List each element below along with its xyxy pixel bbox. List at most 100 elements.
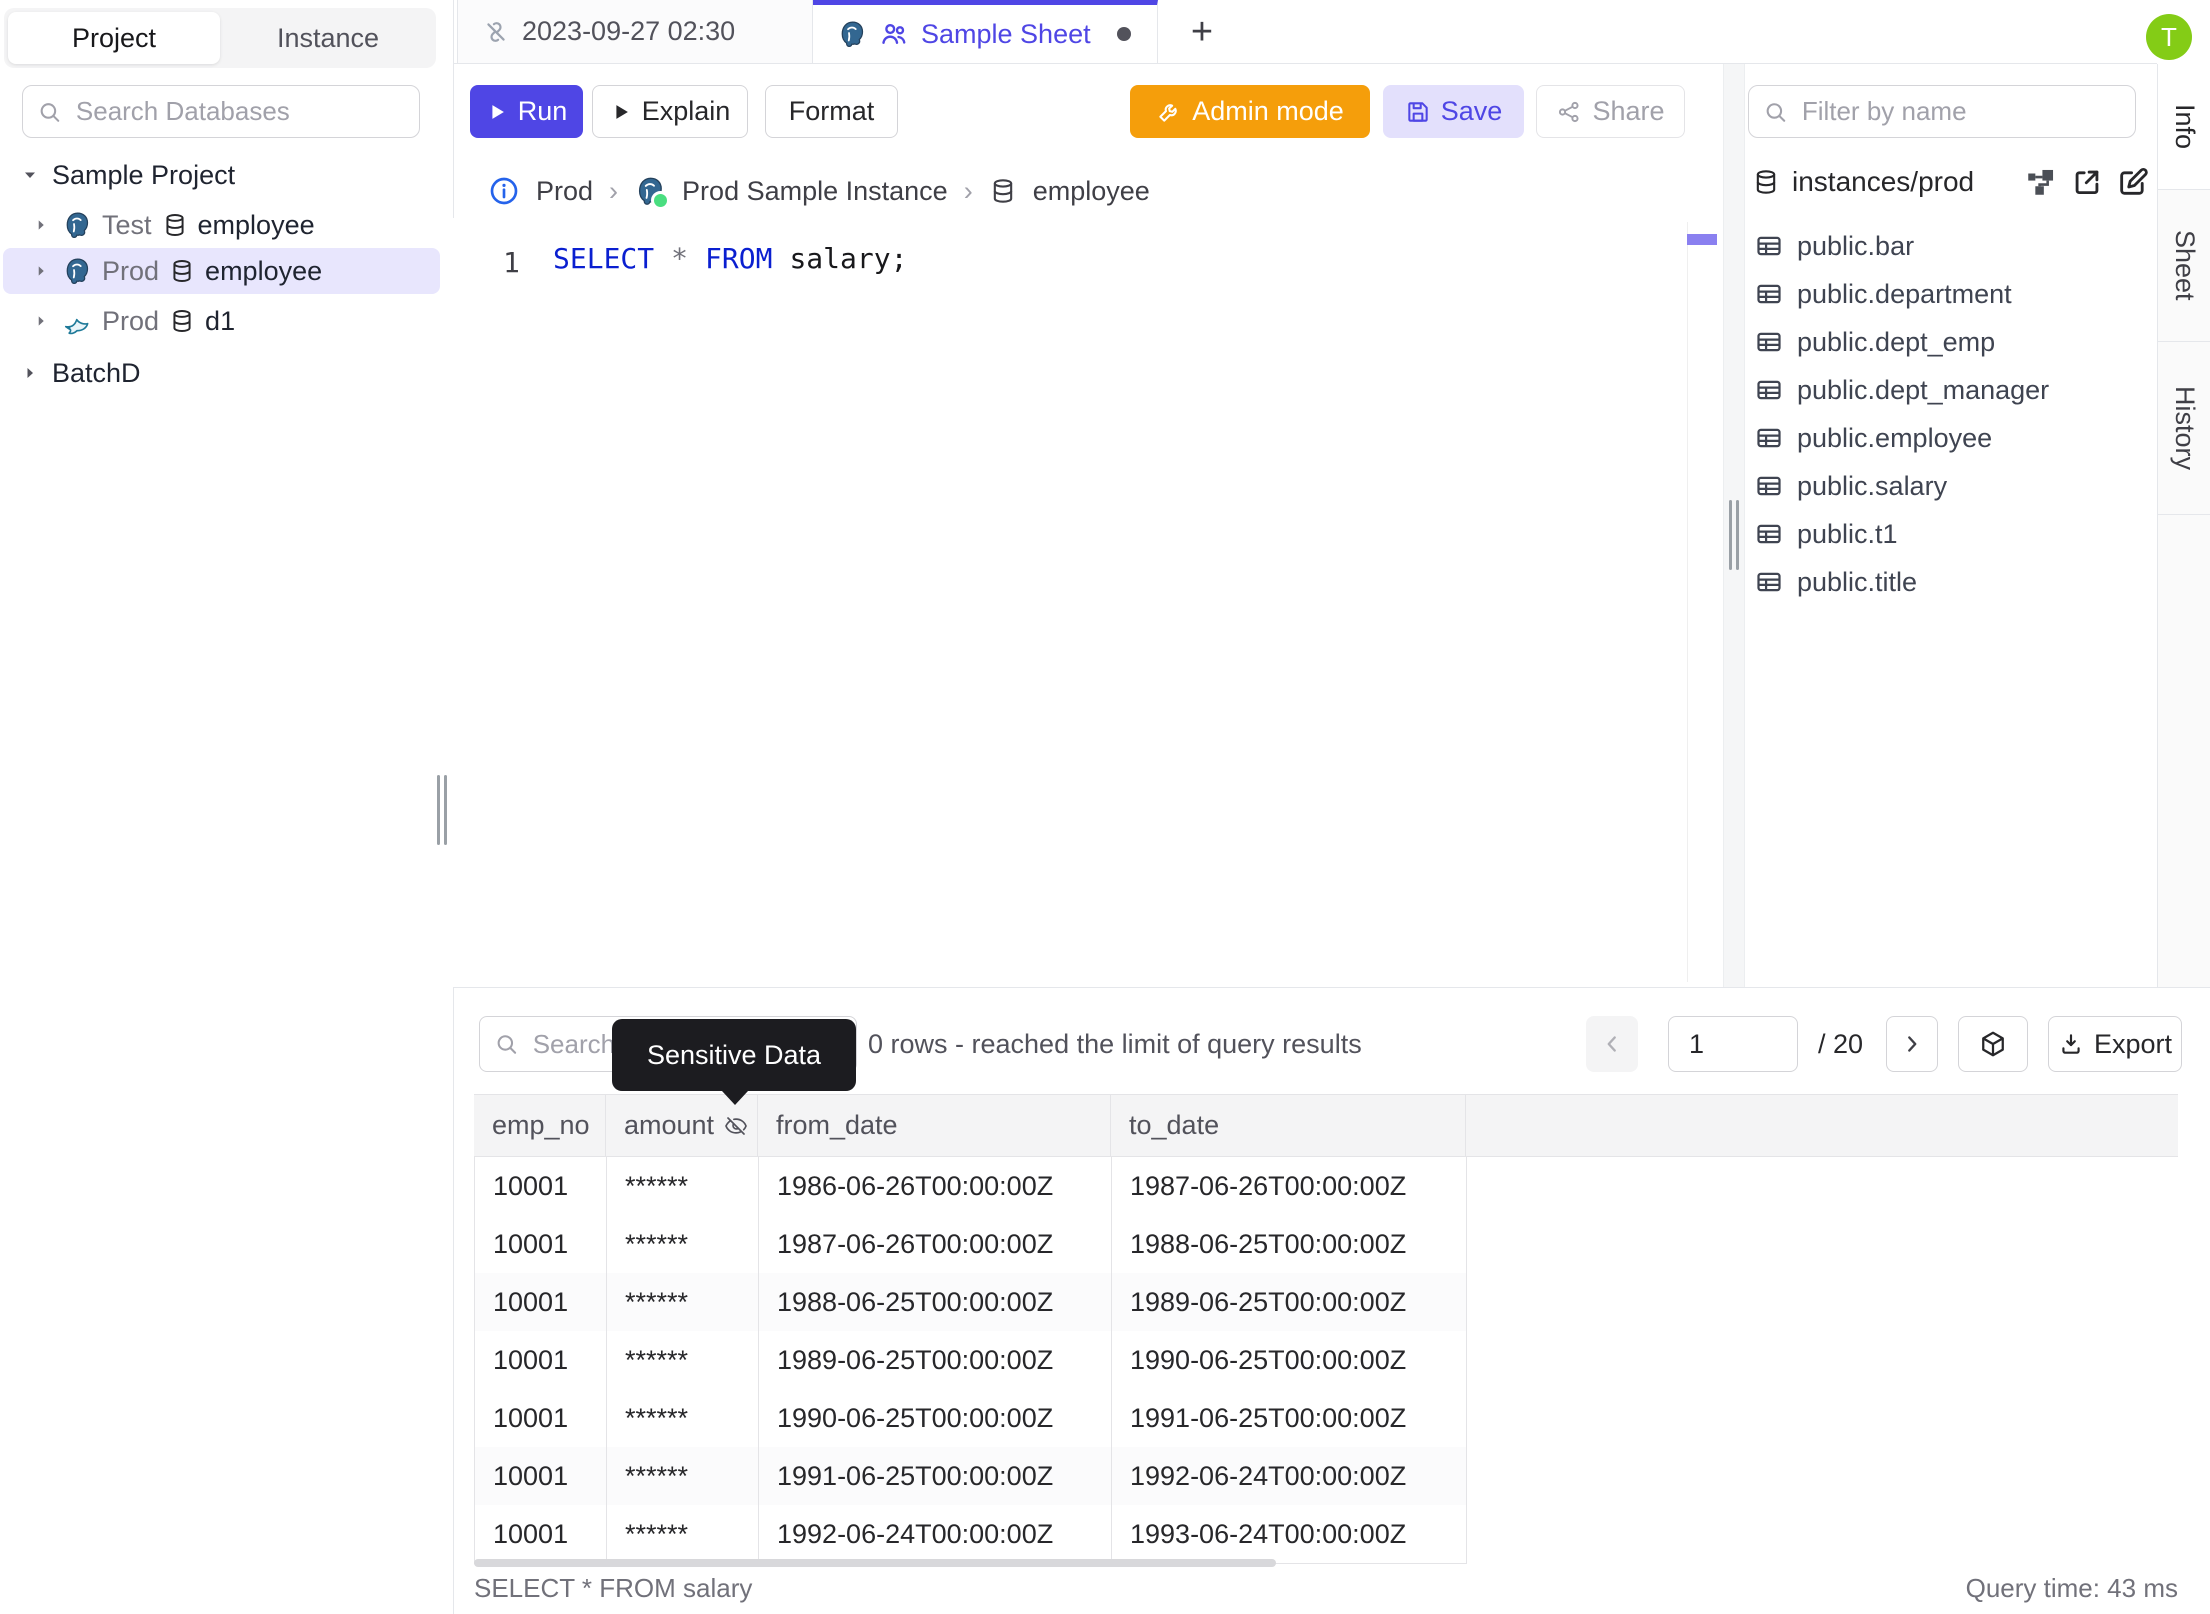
save-button[interactable]: Save [1383,85,1524,138]
explain-button[interactable]: Explain [592,85,748,138]
prev-page-button[interactable] [1586,1016,1638,1072]
table-name: public.dept_manager [1797,374,2050,405]
column-header-filler [1466,1095,2178,1156]
left-sidebar: Project Instance Sample Project Test emp… [0,0,453,1614]
tree-item-prod-d1[interactable]: Prod d1 [30,298,438,344]
table-list-item[interactable]: public.t1 [1755,510,1898,558]
search-icon [40,102,60,122]
breadcrumb-env[interactable]: Prod [536,176,593,207]
next-page-button[interactable] [1886,1016,1938,1072]
tree-item-prod-employee-selected[interactable]: Prod employee [3,248,440,294]
side-tab-info-label: Info [2170,103,2200,150]
table-name: public.department [1797,278,2012,309]
result-view-mode-button[interactable] [1958,1016,2028,1072]
search-databases-input[interactable] [73,95,405,128]
side-tab-history[interactable]: History [2158,342,2210,515]
side-tab-info-active[interactable]: Info [2158,64,2210,190]
new-tab-button[interactable]: + [1178,8,1226,56]
share-button[interactable]: Share [1536,85,1685,138]
database-icon [993,179,1012,203]
caret-right-icon [38,316,44,326]
table-name: public.title [1797,566,1918,597]
cell-amount-masked: ****** [607,1389,759,1447]
right-sidebar: instances/prod public.bar public.departm… [1745,64,2157,987]
table-name: public.bar [1797,230,1915,261]
plus-icon: + [1190,11,1214,53]
sql-editor[interactable]: 1 SELECT * FROM salary; [453,218,1723,987]
table-row: 10001 ****** 1990-06-25T00:00:00Z 1991-0… [474,1389,1467,1448]
tab-project[interactable]: Project [8,12,220,64]
chevron-left-icon [1607,1036,1616,1052]
cell-from-date: 1987-06-26T00:00:00Z [759,1215,1112,1273]
page-number-input[interactable] [1669,1017,1797,1071]
cell-amount-masked: ****** [607,1273,759,1331]
results-panel: 0 rows - reached the limit of query resu… [454,987,2210,1614]
unsaved-dot-icon [1116,27,1131,41]
table-name: public.dept_emp [1797,326,1996,357]
right-panel-resize-handle[interactable] [1729,500,1739,570]
table-icon [1757,428,1781,448]
info-icon[interactable] [488,175,520,207]
table-icon [1757,524,1781,544]
format-button[interactable]: Format [765,85,898,138]
table-list-item[interactable]: public.title [1755,558,1917,606]
tree-item-test-employee[interactable]: Test employee [30,202,438,248]
tree-item-sample-project[interactable]: Sample Project [18,152,438,198]
caret-right-icon [38,220,44,230]
avatar[interactable]: T [2146,14,2192,60]
sql-keyword: SELECT [553,242,655,275]
schema-diagram-icon[interactable] [2024,165,2058,199]
filter-by-name-input[interactable] [1799,95,2121,128]
cell-from-date: 1989-06-25T00:00:00Z [759,1331,1112,1389]
export-button[interactable]: Export [2048,1016,2182,1072]
explain-label: Explain [641,96,731,126]
breadcrumb-database[interactable]: employee [1033,176,1150,207]
table-list-item[interactable]: public.dept_manager [1755,366,2049,414]
table-list-item[interactable]: public.department [1755,270,2012,318]
database-search [22,85,420,138]
database-icon [1756,170,1776,194]
side-tab-strip: Info Sheet History [2157,64,2210,987]
search-icon [1766,102,1786,122]
cell-emp-no: 10001 [475,1273,607,1331]
horizontal-scrollbar[interactable] [474,1559,1276,1567]
tab-timestamp-sheet[interactable]: 2023-09-27 02:30 [457,0,813,63]
table-icon [1757,236,1781,256]
cell-amount-masked: ****** [607,1505,759,1563]
edit-icon[interactable] [2116,165,2150,199]
export-label: Export [2093,1028,2173,1059]
page-number-field[interactable] [1668,1016,1798,1072]
tab-sample-sheet-active[interactable]: Sample Sheet [813,0,1158,63]
side-tab-sheet[interactable]: Sheet [2158,190,2210,342]
cell-amount-masked: ****** [607,1157,759,1215]
table-row: 10001 ****** 1987-06-26T00:00:00Z 1988-0… [474,1215,1467,1274]
environment-label: Prod [102,255,160,286]
cell-from-date: 1992-06-24T00:00:00Z [759,1505,1112,1563]
environment-label: Test [102,209,152,240]
cell-to-date: 1992-06-24T00:00:00Z [1112,1447,1467,1505]
run-button[interactable]: Run [470,85,583,138]
table-icon [1757,332,1781,352]
breadcrumb-instance[interactable]: Prod Sample Instance [682,176,948,207]
table-row: 10001 ****** 1989-06-25T00:00:00Z 1990-0… [474,1331,1467,1390]
table-icon [1757,476,1781,496]
sidebar-resize-handle[interactable] [437,775,447,845]
external-link-icon[interactable] [2070,165,2104,199]
admin-mode-button[interactable]: Admin mode [1130,85,1370,138]
tree-item-batchd[interactable]: BatchD [18,350,438,396]
environment-label: Prod [102,305,160,336]
table-list-item[interactable]: public.dept_emp [1755,318,1995,366]
format-label: Format [788,96,875,126]
table-list-item[interactable]: public.bar [1755,222,1914,270]
line-number: 1 [503,246,520,279]
table-list-item[interactable]: public.salary [1755,462,1947,510]
tab-instance[interactable]: Instance [224,12,432,64]
breadcrumb: Prod › Prod Sample Instance › employee [488,165,1150,217]
sql-operator: * [671,242,689,275]
results-table: emp_no amount from_date to_date 10001 **… [474,1094,2178,1564]
database-label: employee [197,209,315,240]
eye-off-icon [725,1116,747,1135]
cell-amount-masked: ****** [607,1331,759,1389]
run-label: Run [517,96,568,126]
table-list-item[interactable]: public.employee [1755,414,1992,462]
